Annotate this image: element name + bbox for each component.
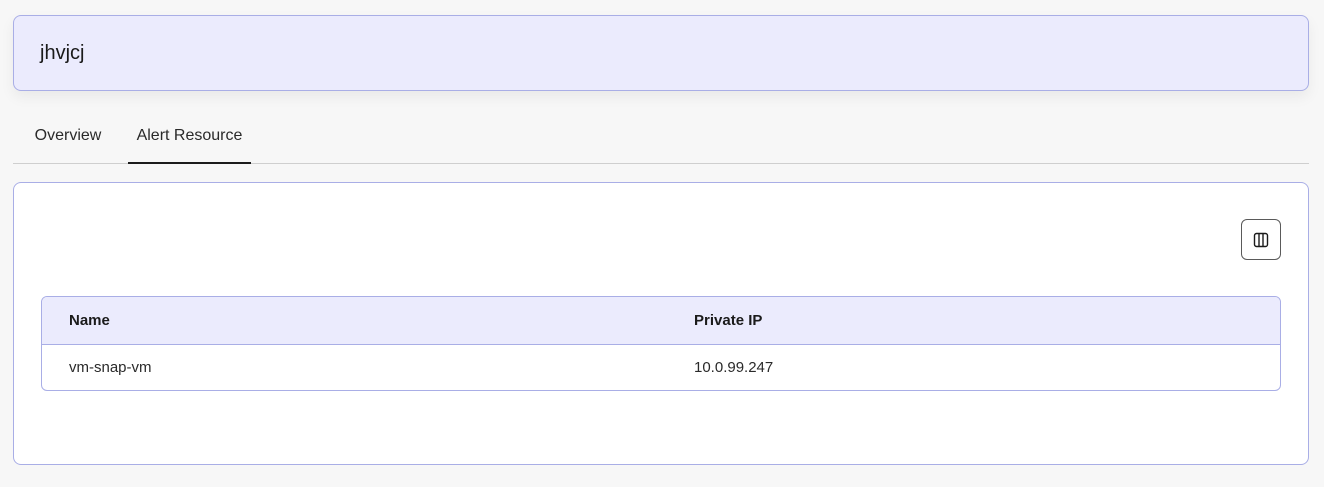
- page: jhvjcj Overview Alert Resource Name Priv…: [0, 0, 1324, 487]
- columns-toggle-button[interactable]: [1241, 219, 1281, 260]
- table-row[interactable]: vm-snap-vm 10.0.99.247: [42, 344, 1280, 390]
- header-card: jhvjcj: [13, 15, 1309, 91]
- tab-alert-resource[interactable]: Alert Resource: [128, 112, 251, 164]
- tab-overview-label: Overview: [34, 126, 102, 144]
- cell-name: vm-snap-vm: [69, 359, 152, 377]
- tab-overview[interactable]: Overview: [13, 112, 123, 163]
- column-header-private-ip[interactable]: Private IP: [694, 297, 1280, 345]
- cell-private-ip: 10.0.99.247: [694, 359, 774, 377]
- tab-alert-resource-label: Alert Resource: [136, 126, 243, 144]
- alert-resource-panel: Name Private IP vm-snap-vm 10.0.99.247: [13, 182, 1309, 465]
- column-header-name[interactable]: Name: [42, 297, 694, 345]
- table-header-row: Name Private IP: [42, 297, 1280, 345]
- page-title: jhvjcj: [40, 41, 85, 64]
- tab-bar: Overview Alert Resource: [13, 112, 1309, 164]
- columns-icon: [1253, 232, 1269, 247]
- resource-table: Name Private IP vm-snap-vm 10.0.99.247: [41, 296, 1281, 391]
